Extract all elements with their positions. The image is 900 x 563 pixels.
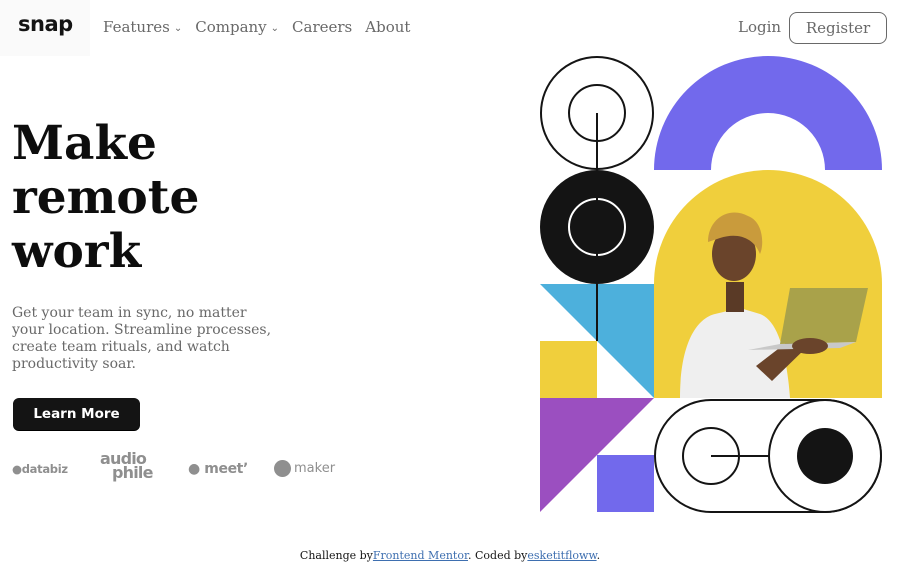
- nav-item-careers[interactable]: Careers: [292, 18, 352, 36]
- maker-mark-icon: [274, 460, 291, 477]
- hero-description: Get your team in sync, no matter your lo…: [12, 305, 272, 372]
- logo[interactable]: snap: [18, 12, 73, 36]
- hero-title: Make remote work: [12, 117, 272, 279]
- main-nav: Features ⌄ Company ⌄ Careers About: [103, 18, 423, 36]
- register-button[interactable]: Register: [789, 12, 887, 44]
- nav-item-label: Features: [103, 18, 170, 36]
- client-logos: ●databiz audio phile ● meetʼ maker: [12, 449, 352, 488]
- nav-item-label: About: [365, 18, 411, 36]
- nav-item-label: Careers: [292, 18, 353, 36]
- chevron-down-icon: ⌄: [173, 23, 183, 34]
- chevron-down-icon: ⌄: [270, 23, 280, 34]
- login-link[interactable]: Login: [738, 18, 781, 36]
- logo-container: snap: [0, 0, 90, 56]
- learn-more-button[interactable]: Learn More: [13, 398, 140, 430]
- nav-item-label: Company: [195, 18, 267, 36]
- audiophile-logo: audio phile: [100, 449, 153, 482]
- nav-item-company[interactable]: Company ⌄: [195, 18, 279, 36]
- databiz-logo: ●databiz: [12, 462, 68, 476]
- hero-title-line: remote: [12, 170, 200, 225]
- nav-item-about[interactable]: About: [365, 18, 410, 36]
- site-header: snap Features ⌄ Company ⌄ Careers About …: [0, 0, 900, 56]
- maker-logo: maker: [274, 460, 335, 477]
- hero-title-line: Make: [12, 116, 157, 171]
- author-link[interactable]: esketitfloww: [527, 549, 596, 562]
- purple-square-shape: [597, 455, 654, 512]
- frontend-mentor-link[interactable]: Frontend Mentor: [373, 549, 468, 562]
- hero-illustration: [540, 56, 882, 513]
- nav-item-features[interactable]: Features ⌄: [103, 18, 182, 36]
- yellow-square-shape: [540, 341, 597, 398]
- hero-title-line: work: [12, 224, 142, 279]
- filled-dot-shape: [797, 428, 853, 484]
- purple-arch-shape: [654, 56, 882, 170]
- meet-logo: ● meetʼ: [188, 461, 248, 477]
- attribution-footer: Challenge byFrontend Mentor. Coded byesk…: [299, 549, 601, 562]
